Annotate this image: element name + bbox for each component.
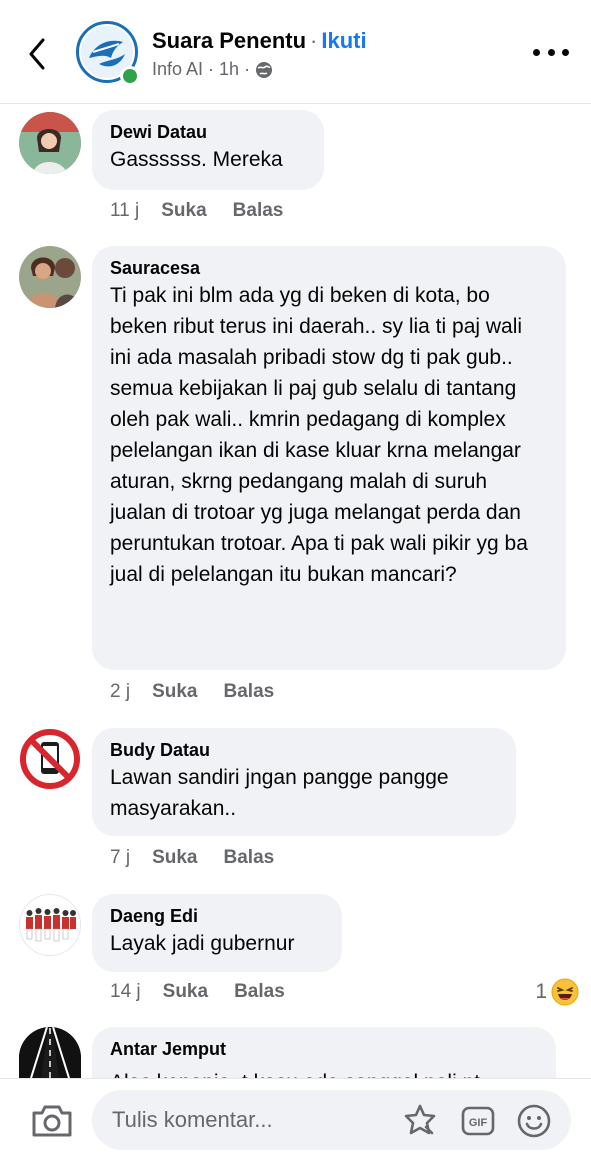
comment-time[interactable]: 14 j	[110, 981, 141, 1002]
svg-text:GIF: GIF	[469, 1117, 488, 1129]
comment-text: Ti pak ini blm ada yg di beken di kota, …	[110, 284, 528, 586]
commenter-name[interactable]: Daeng Edi	[110, 904, 324, 928]
reaction-count: 1	[535, 980, 547, 1003]
like-button[interactable]: Suka	[161, 200, 206, 221]
avatar[interactable]	[19, 894, 81, 956]
comment-time[interactable]: 2 j	[110, 681, 130, 702]
online-status-dot	[120, 66, 140, 86]
gif-icon: GIF	[461, 1106, 495, 1136]
commenter-name[interactable]: Sauracesa	[110, 256, 548, 280]
subtitle-separator: ·	[244, 59, 251, 79]
page-title: Suara Penentu · Ikuti	[152, 28, 367, 54]
road-avatar-icon	[19, 1027, 81, 1078]
more-dots-icon	[547, 48, 555, 56]
avatar[interactable]	[19, 112, 81, 174]
avatar[interactable]	[19, 1027, 81, 1078]
comment-actions: 14 j Suka Balas	[110, 981, 311, 1003]
gif-button[interactable]: GIF	[460, 1103, 496, 1139]
title-separator: ·	[310, 28, 318, 53]
like-button[interactable]: Suka	[163, 981, 208, 1002]
comment-actions: 7 j Suka Balas	[110, 847, 300, 869]
comment-text: Alas kenapia, t kasu ada sanggal nali nt	[110, 1067, 538, 1078]
reply-button[interactable]: Balas	[234, 981, 285, 1002]
like-button[interactable]: Suka	[152, 681, 197, 702]
sticker-button[interactable]	[402, 1103, 438, 1139]
sticker-icon	[404, 1104, 436, 1135]
more-options-button[interactable]	[533, 42, 569, 62]
comment-bubble[interactable]: Sauracesa Ti pak ini blm ada yg di beken…	[92, 246, 566, 670]
commenter-name[interactable]: Antar Jemput	[110, 1037, 538, 1061]
comment-bubble[interactable]: Dewi Datau Gassssss. Mereka	[92, 110, 324, 190]
comment-composer-bar: Tulis komentar... GIF	[0, 1078, 591, 1158]
avatar-photo	[19, 246, 81, 308]
globe-icon	[256, 61, 273, 78]
comment-input[interactable]: Tulis komentar... GIF	[92, 1090, 571, 1150]
reply-button[interactable]: Balas	[224, 681, 275, 702]
avatar-photo	[19, 112, 81, 174]
reply-button[interactable]: Balas	[224, 847, 275, 868]
camera-icon	[32, 1105, 72, 1137]
avatar[interactable]	[19, 728, 81, 790]
post-subtitle: Info AI · 1h ·	[152, 59, 273, 80]
reply-button[interactable]: Balas	[233, 200, 284, 221]
chevron-left-icon	[29, 38, 45, 70]
post-time[interactable]: 1h	[219, 59, 239, 80]
like-button[interactable]: Suka	[152, 847, 197, 868]
avatar-photo	[20, 895, 80, 955]
comment-time[interactable]: 7 j	[110, 847, 130, 868]
commenter-name[interactable]: Budy Datau	[110, 738, 498, 762]
comment-text: Layak jadi gubernur	[110, 932, 295, 955]
follow-button[interactable]: Ikuti	[321, 28, 366, 53]
no-phone-icon	[20, 729, 80, 789]
more-dots-icon	[533, 48, 540, 56]
comment-text: Gassssss. Mereka	[110, 148, 283, 171]
subtitle-separator: ·	[208, 59, 215, 79]
commenter-name[interactable]: Dewi Datau	[110, 120, 306, 144]
reaction-summary[interactable]: 1	[535, 978, 579, 1006]
more-dots-icon	[562, 48, 569, 56]
comment-actions: 2 j Suka Balas	[110, 681, 300, 703]
camera-button[interactable]	[30, 1101, 74, 1141]
comment-bubble[interactable]: Daeng Edi Layak jadi gubernur	[92, 894, 342, 972]
comment-bubble[interactable]: Antar Jemput Alas kenapia, t kasu ada sa…	[92, 1027, 556, 1078]
laughing-emoji-icon	[551, 978, 579, 1006]
avatar[interactable]	[19, 246, 81, 308]
comment-text: Lawan sandiri jngan pangge pangge masyar…	[110, 766, 449, 820]
post-header: Suara Penentu · Ikuti Info AI · 1h ·	[0, 0, 591, 104]
comment-input-placeholder: Tulis komentar...	[112, 1107, 273, 1132]
ai-info-label[interactable]: Info AI	[152, 59, 203, 80]
comment-time[interactable]: 11 j	[110, 200, 139, 221]
comment-bubble[interactable]: Budy Datau Lawan sandiri jngan pangge pa…	[92, 728, 516, 836]
emoji-icon	[517, 1104, 551, 1138]
page-name-link[interactable]: Suara Penentu	[152, 28, 306, 53]
emoji-button[interactable]	[516, 1103, 552, 1139]
back-button[interactable]	[22, 36, 52, 72]
comment-actions: 11 j Suka Balas	[110, 200, 309, 222]
